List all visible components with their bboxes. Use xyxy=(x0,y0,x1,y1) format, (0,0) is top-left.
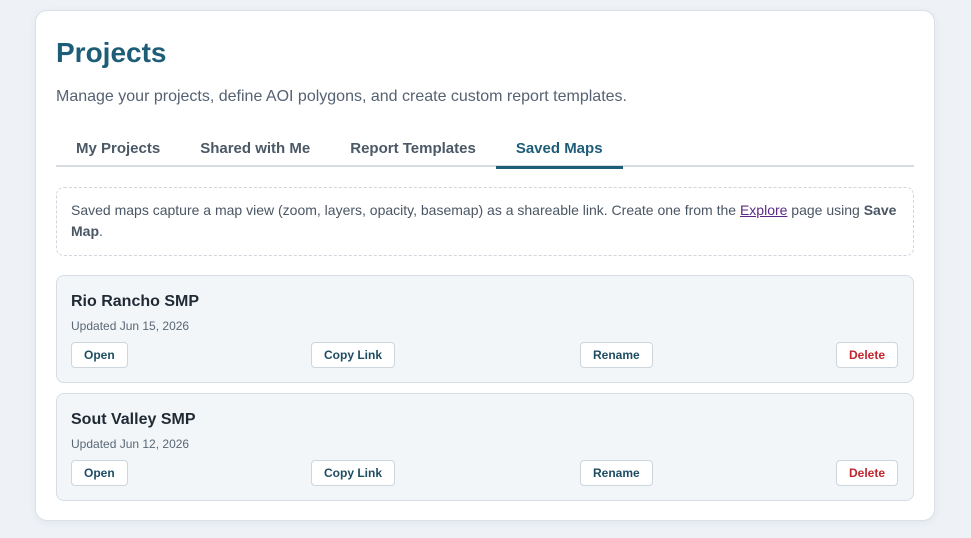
open-button[interactable]: Open xyxy=(71,342,128,368)
saved-map-updated: Updated Jun 12, 2026 xyxy=(71,437,190,451)
copy-link-button[interactable]: Copy Link xyxy=(311,460,396,486)
page-title: Projects xyxy=(56,37,167,68)
tab-my-projects[interactable]: My Projects xyxy=(56,133,180,167)
explore-link[interactable]: Explore xyxy=(740,202,787,218)
note-text-after: . xyxy=(99,223,103,239)
copy-link-button[interactable]: Copy Link xyxy=(311,342,396,368)
projects-card: Projects Manage your projects, define AO… xyxy=(35,10,935,521)
saved-map-updated: Updated Jun 15, 2026 xyxy=(71,319,190,333)
tab-shared-with-me[interactable]: Shared with Me xyxy=(180,133,330,167)
rename-button[interactable]: Rename xyxy=(580,460,653,486)
delete-button[interactable]: Delete xyxy=(836,342,899,368)
saved-map-item: Sout Valley SMP Updated Jun 12, 2026 Ope… xyxy=(56,393,914,501)
open-button[interactable]: Open xyxy=(71,460,128,486)
saved-maps-info-note: Saved maps capture a map view (zoom, lay… xyxy=(56,187,914,256)
saved-map-name: Rio Rancho SMP xyxy=(71,293,200,310)
saved-map-name: Sout Valley SMP xyxy=(71,411,196,428)
tab-report-templates[interactable]: Report Templates xyxy=(330,133,496,167)
tab-bar: My Projects Shared with Me Report Templa… xyxy=(56,133,914,169)
saved-map-item: Rio Rancho SMP Updated Jun 15, 2026 Open… xyxy=(56,275,914,383)
note-text-middle: page using xyxy=(787,202,864,218)
rename-button[interactable]: Rename xyxy=(580,342,653,368)
tab-saved-maps[interactable]: Saved Maps xyxy=(495,133,623,169)
delete-button[interactable]: Delete xyxy=(836,460,899,486)
page-subtitle: Manage your projects, define AOI polygon… xyxy=(56,88,627,105)
note-text-before: Saved maps capture a map view (zoom, lay… xyxy=(71,202,740,218)
